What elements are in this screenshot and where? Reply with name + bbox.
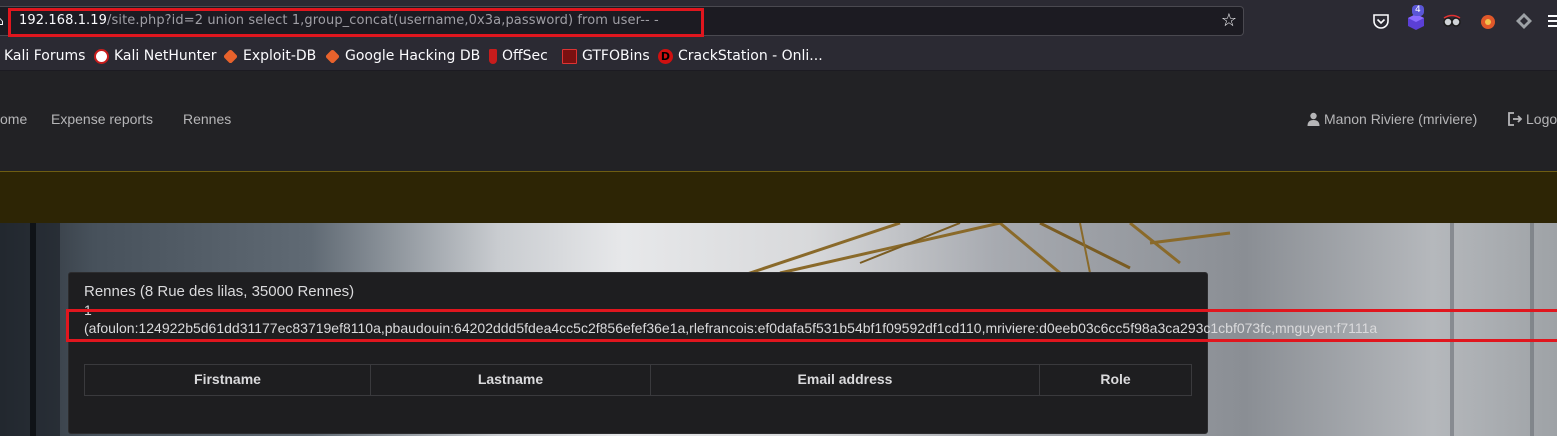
logout-icon (1508, 112, 1523, 126)
offsec-icon (489, 48, 497, 64)
url-path: /site.php?id=2 union select 1,group_conc… (107, 13, 659, 28)
bookmark-crackstation[interactable]: D CrackStation - Onli... (658, 47, 823, 65)
employees-table-header: Firstname Lastname Email address Role (84, 364, 1192, 396)
exploitdb-icon (223, 48, 238, 64)
col-lastname[interactable]: Lastname (371, 365, 651, 396)
ghdb-icon (325, 48, 340, 64)
nav-expense-reports[interactable]: Expense reports (51, 111, 153, 127)
site-title: Rennes (8 Rue des lilas, 35000 Rennes) (84, 283, 355, 300)
injected-id: 1 (84, 302, 92, 318)
glasses-icon[interactable] (1441, 10, 1463, 32)
wappalyzer-icon[interactable] (1477, 10, 1499, 32)
crackstation-icon: D (658, 48, 673, 64)
logout-label: Logo (1526, 111, 1557, 127)
bookmark-offsec[interactable]: OffSec (487, 47, 548, 65)
bookmark-label: Google Hacking DB (345, 48, 481, 64)
bookmark-label: GTFOBins (582, 48, 650, 64)
bookmark-label: OffSec (502, 48, 548, 64)
menu-icon[interactable] (1548, 15, 1557, 27)
nav-logout[interactable]: Logo (1508, 111, 1557, 127)
col-role[interactable]: Role (1040, 365, 1191, 396)
bookmarks-bar: Kali Forums Kali NetHunter Exploit-DB Go… (0, 42, 1557, 71)
bookmark-google-hacking-db[interactable]: Google Hacking DB (325, 47, 480, 65)
bookmark-kali-forums[interactable]: Kali Forums (4, 47, 85, 65)
nav-rennes[interactable]: Rennes (183, 111, 231, 127)
url-host: 192.168.1.19 (19, 13, 108, 28)
gtfobins-icon (562, 48, 577, 64)
bookmark-label: Kali Forums (4, 48, 86, 64)
bookmark-star-icon[interactable]: ☆ (1221, 10, 1237, 32)
nethunter-icon (94, 48, 109, 64)
site-panel: Rennes (8 Rue des lilas, 35000 Rennes) 1… (68, 272, 1377, 434)
browser-toolbar: ⌂ 192.168.1.19/site.php?id=2 union selec… (0, 0, 1557, 42)
page-info-icon[interactable]: ⌂ (0, 14, 6, 28)
extension-badge: 4 (1412, 5, 1424, 16)
bookmark-gtfobins[interactable]: GTFOBins (562, 47, 650, 65)
col-firstname[interactable]: Firstname (85, 365, 371, 396)
bookmark-label: Kali NetHunter (114, 48, 217, 64)
nav-user[interactable]: Manon Riviere (mriviere) (1307, 111, 1477, 127)
injected-credentials: (afoulon:124922b5d61dd31177ec83719ef8110… (84, 320, 1378, 336)
user-icon (1307, 112, 1320, 126)
bookmark-label: Exploit-DB (243, 48, 317, 64)
extension-icon[interactable]: 4 (1406, 5, 1426, 32)
pocket-icon[interactable] (1370, 10, 1392, 32)
site-navbar: ome Expense reports Rennes Manon Riviere… (0, 71, 1557, 172)
url-text[interactable]: 192.168.1.19/site.php?id=2 union select … (19, 13, 659, 28)
bookmark-label: CrackStation - Onli... (678, 48, 823, 64)
bookmark-kali-nethunter[interactable]: Kali NetHunter (94, 47, 216, 65)
bookmark-exploit-db[interactable]: Exploit-DB (223, 47, 316, 65)
alert-banner (0, 171, 1557, 224)
user-name: Manon Riviere (mriviere) (1324, 111, 1478, 127)
nav-home[interactable]: ome (0, 111, 27, 127)
proxy-switch-icon[interactable] (1513, 10, 1535, 32)
col-email[interactable]: Email address (651, 365, 1040, 396)
url-bar[interactable]: ⌂ 192.168.1.19/site.php?id=2 union selec… (0, 6, 1244, 36)
